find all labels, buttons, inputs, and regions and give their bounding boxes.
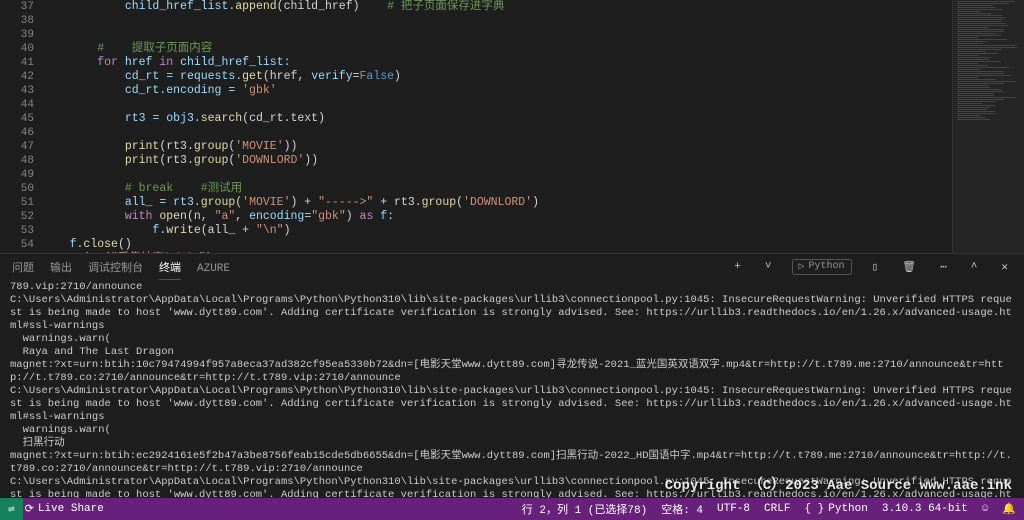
watermark-text: Copyright （C）2023 Aae Source www.aae.ink: [665, 474, 1012, 494]
feedback-icon[interactable]: ☺: [982, 503, 989, 515]
terminal-line: Raya and The Last Dragon: [10, 346, 1014, 359]
braces-icon: { }: [804, 503, 824, 515]
terminal-line: C:\Users\Administrator\AppData\Local\Pro…: [10, 385, 1014, 424]
new-terminal-icon[interactable]: +: [730, 261, 745, 273]
panel-tab-azure[interactable]: AZURE: [197, 259, 230, 279]
terminal-output[interactable]: 789.vip:2710/announceC:\Users\Administra…: [0, 279, 1024, 499]
live-share-label: Live Share: [38, 503, 104, 515]
code-line[interactable]: [42, 168, 952, 182]
code-line[interactable]: print(rt3.group('DOWNLORD')): [42, 154, 952, 168]
cursor-position[interactable]: 行 2，列 1 (已选择78): [522, 501, 647, 517]
code-line[interactable]: with open(n, "a", encoding="gbk") as f:: [42, 210, 952, 224]
code-line[interactable]: [42, 14, 952, 28]
dropdown-icon[interactable]: ˅: [761, 261, 776, 273]
more-icon[interactable]: ⋯: [936, 260, 951, 274]
code-line[interactable]: # 提取子页面内容: [42, 42, 952, 56]
code-editor[interactable]: 37383940414243444546474849505152535455 c…: [0, 0, 1024, 253]
code-line[interactable]: f.close(): [42, 238, 952, 252]
eol[interactable]: CRLF: [764, 503, 790, 515]
terminal-line: warnings.warn(: [10, 333, 1014, 346]
code-content[interactable]: child_href_list.append(child_href) # 把子页…: [42, 0, 952, 253]
close-panel-icon[interactable]: ✕: [997, 260, 1012, 274]
kernel-picker[interactable]: ▷ Python: [792, 259, 852, 275]
code-line[interactable]: cd_rt = requests.get(href, verify=False): [42, 70, 952, 84]
panel-tab-调试控制台[interactable]: 调试控制台: [88, 259, 143, 279]
minimap[interactable]: [952, 0, 1024, 253]
code-line[interactable]: all_ = rt3.group('MOVIE') + "----->" + r…: [42, 196, 952, 210]
terminal-line: 789.vip:2710/announce: [10, 281, 1014, 294]
notifications-icon[interactable]: 🔔: [1002, 502, 1016, 516]
terminal-line: C:\Users\Administrator\AppData\Local\Pro…: [10, 294, 1014, 333]
indentation[interactable]: 空格: 4: [661, 501, 703, 517]
maximize-icon[interactable]: ˄: [967, 261, 982, 273]
live-share-icon: ⟳: [25, 502, 34, 516]
play-icon: ▷: [799, 261, 805, 273]
panel-tab-输出[interactable]: 输出: [50, 259, 72, 279]
status-bar: ⇌ ⟳ Live Share 行 2，列 1 (已选择78) 空格: 4 UTF…: [0, 498, 1024, 520]
remote-icon: ⇌: [8, 502, 15, 516]
code-line[interactable]: [42, 126, 952, 140]
trash-icon[interactable]: 🗑: [898, 260, 920, 274]
terminal-line: warnings.warn(: [10, 424, 1014, 437]
live-share-button[interactable]: ⟳ Live Share: [25, 502, 104, 516]
kernel-label: Python: [809, 261, 845, 272]
split-terminal-icon[interactable]: ▯: [868, 260, 883, 274]
panel-tab-终端[interactable]: 终端: [159, 259, 181, 280]
code-line[interactable]: [42, 28, 952, 42]
encoding[interactable]: UTF-8: [717, 503, 750, 515]
code-line[interactable]: print(rt3.group('MOVIE')): [42, 140, 952, 154]
language-mode[interactable]: { } Python: [804, 503, 867, 515]
code-line[interactable]: f.write(all_ + "\n"): [42, 224, 952, 238]
panel-tabs: 问题输出调试控制台终端 AZURE + ˅ ▷ Python ▯ 🗑 ⋯ ˄ ✕: [0, 253, 1024, 279]
code-line[interactable]: print("采集结束！！！"): [42, 252, 952, 253]
terminal-line: magnet:?xt=urn:btih:ec2924161e5f2b47a3be…: [10, 450, 1014, 476]
code-line[interactable]: for href in child_href_list:: [42, 56, 952, 70]
code-line[interactable]: [42, 98, 952, 112]
terminal-line: 扫黑行动: [10, 437, 1014, 450]
code-line[interactable]: # break #测试用: [42, 182, 952, 196]
python-version[interactable]: 3.10.3 64-bit: [882, 503, 968, 515]
code-line[interactable]: child_href_list.append(child_href) # 把子页…: [42, 0, 952, 14]
terminal-line: magnet:?xt=urn:btih:10c79474994f957a8eca…: [10, 359, 1014, 385]
line-gutter: 37383940414243444546474849505152535455: [0, 0, 42, 253]
remote-button[interactable]: ⇌: [0, 498, 23, 520]
panel-tab-问题[interactable]: 问题: [12, 259, 34, 279]
code-line[interactable]: rt3 = obj3.search(cd_rt.text): [42, 112, 952, 126]
code-line[interactable]: cd_rt.encoding = 'gbk': [42, 84, 952, 98]
